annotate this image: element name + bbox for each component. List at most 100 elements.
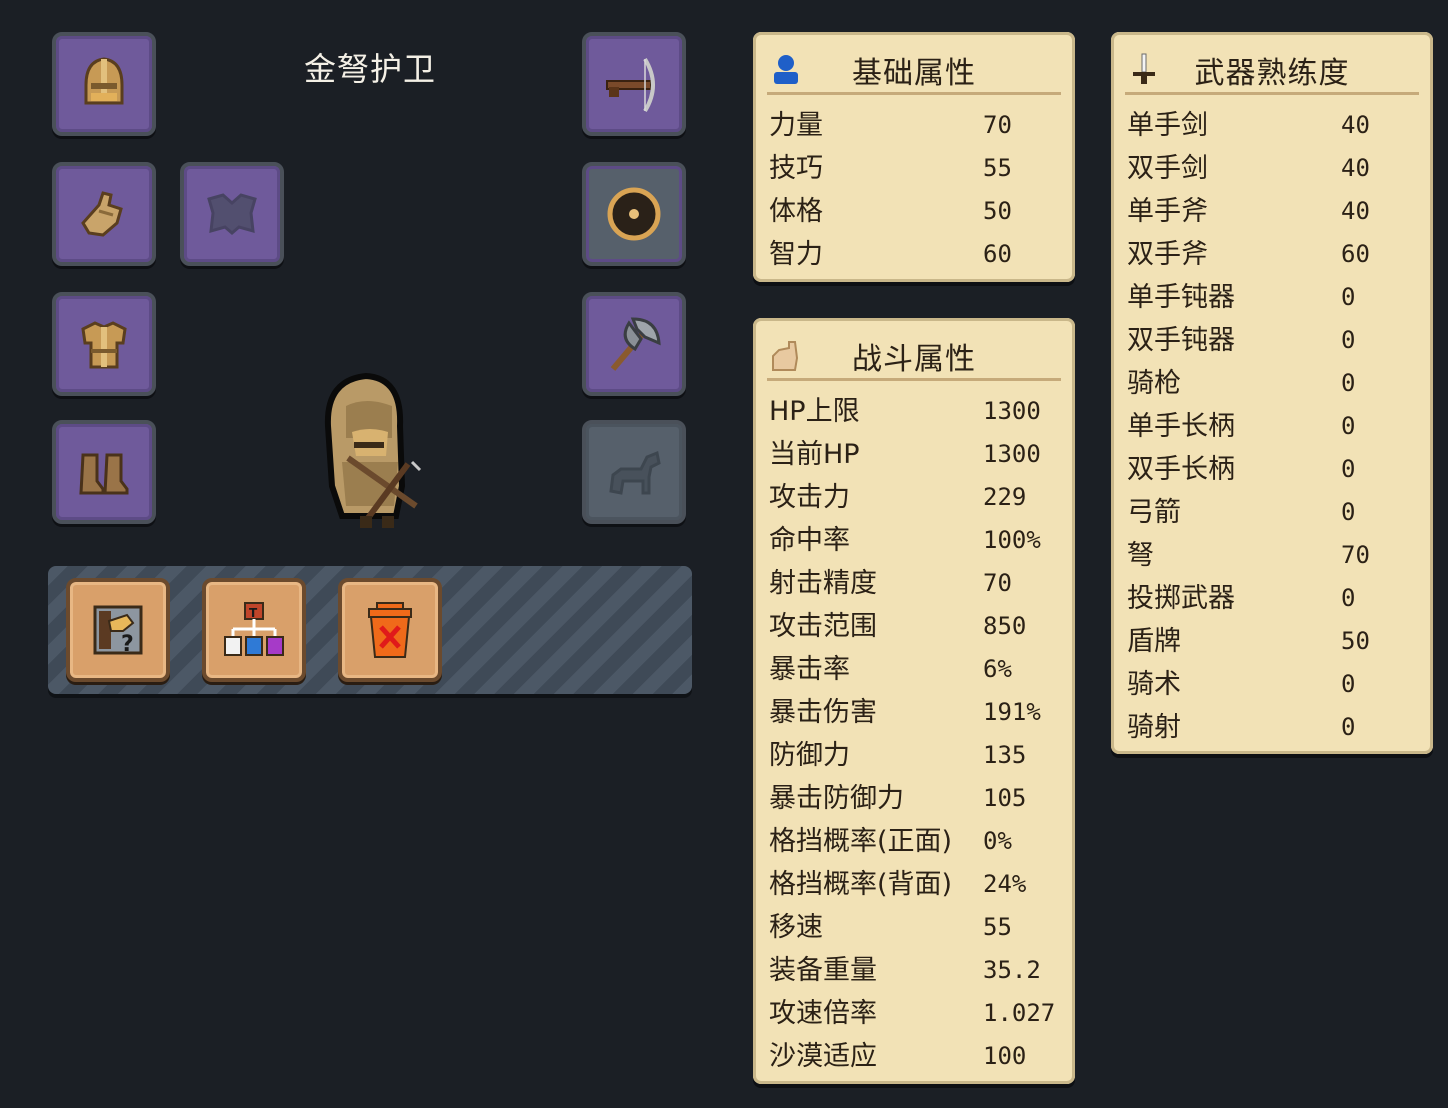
- stat-label: 暴击防御力: [769, 783, 904, 814]
- unit-info-button[interactable]: ?: [66, 578, 170, 682]
- stat-label: 力量: [769, 110, 823, 141]
- combat-stat-row: 暴击伤害 191%: [769, 691, 1059, 734]
- stat-value: 60: [983, 240, 1012, 268]
- svg-text:T: T: [249, 606, 258, 620]
- weapon-proficiency-list: 单手剑 40 双手剑 40 单手斧 40 双手斧 60 单手钝器 0 双手钝器 0 骑枪 0 单手长柄 0 双手…: [1127, 104, 1417, 749]
- stat-value: 191%: [983, 698, 1041, 726]
- weapon-proficiency-row: 双手长柄 0: [1127, 448, 1417, 491]
- weapon-proficiency-row: 单手钝器 0: [1127, 276, 1417, 319]
- stat-value: 40: [1341, 197, 1370, 225]
- dismiss-button[interactable]: [338, 578, 442, 682]
- weapon-proficiency-row: 双手钝器 0: [1127, 319, 1417, 362]
- stat-value: 50: [983, 197, 1012, 225]
- secondary-weapon-slot[interactable]: [582, 292, 686, 396]
- stat-value: 100%: [983, 526, 1041, 554]
- stat-value: 850: [983, 612, 1027, 640]
- gloves-slot[interactable]: [52, 162, 156, 266]
- basic-stats-title: 基础属性: [852, 56, 976, 91]
- character-portrait: [324, 372, 422, 528]
- stat-value: 100: [983, 1042, 1027, 1070]
- combat-stat-row: HP上限 1300: [769, 390, 1059, 433]
- combat-stat-row: 攻击力 229: [769, 476, 1059, 519]
- combat-stat-row: 装备重量 35.2: [769, 949, 1059, 992]
- basic-stat-row: 技巧 55: [769, 147, 1059, 190]
- weapon-proficiency-row: 盾牌 50: [1127, 620, 1417, 663]
- stat-label: 射击精度: [769, 568, 877, 599]
- stat-value: 0%: [983, 827, 1012, 855]
- stat-label: 单手钝器: [1127, 282, 1235, 313]
- stat-value: 0: [1341, 713, 1356, 741]
- stat-value: 40: [1341, 111, 1370, 139]
- stat-label: 体格: [769, 196, 823, 227]
- stat-value: 1300: [983, 397, 1041, 425]
- combat-stat-row: 防御力 135: [769, 734, 1059, 777]
- stat-label: 格挡概率(背面): [769, 869, 953, 900]
- combat-stat-row: 格挡概率(背面) 24%: [769, 863, 1059, 906]
- combat-stat-row: 暴击率 6%: [769, 648, 1059, 691]
- stat-label: 弓箭: [1127, 497, 1181, 528]
- combat-stat-row: 射击精度 70: [769, 562, 1059, 605]
- stat-value: 0: [1341, 283, 1356, 311]
- stat-value: 60: [1341, 240, 1370, 268]
- round-shield-icon: [607, 187, 661, 241]
- stat-value: 1.027: [983, 999, 1056, 1027]
- cape-slot[interactable]: [180, 162, 284, 266]
- stat-label: 沙漠适应: [769, 1041, 877, 1072]
- combat-stat-row: 沙漠适应 100: [769, 1035, 1059, 1078]
- boots-slot[interactable]: [52, 420, 156, 524]
- stat-label: 防御力: [769, 740, 850, 771]
- armor-slot[interactable]: [52, 292, 156, 396]
- weapon-proficiency-row: 单手长柄 0: [1127, 405, 1417, 448]
- helmet-slot[interactable]: [52, 32, 156, 136]
- stat-value: 70: [983, 111, 1012, 139]
- basic-stats-list: 力量 70 技巧 55 体格 50 智力 60: [769, 104, 1059, 276]
- weapon-proficiency-row: 单手剑 40: [1127, 104, 1417, 147]
- weapon-proficiency-row: 双手斧 60: [1127, 233, 1417, 276]
- stat-value: 35.2: [983, 956, 1041, 984]
- basic-stat-row: 力量 70: [769, 104, 1059, 147]
- weapon-proficiency-header: 武器熟练度: [1125, 46, 1419, 95]
- stat-value: 70: [983, 569, 1012, 597]
- weapon-proficiency-row: 骑枪 0: [1127, 362, 1417, 405]
- weapon-proficiency-row: 单手斧 40: [1127, 190, 1417, 233]
- stat-label: 双手斧: [1127, 239, 1208, 270]
- combat-stat-row: 攻击范围 850: [769, 605, 1059, 648]
- weapon-proficiency-title: 武器熟练度: [1194, 56, 1350, 91]
- stat-label: 命中率: [769, 525, 850, 556]
- shield-slot[interactable]: [582, 162, 686, 266]
- horse-icon: [609, 450, 661, 495]
- main-weapon-slot[interactable]: [582, 32, 686, 136]
- mount-slot[interactable]: [582, 420, 686, 524]
- golden-armor-icon: [81, 321, 127, 369]
- upgrade-tree-icon: T: [224, 602, 284, 656]
- weapon-proficiency-row: 骑术 0: [1127, 663, 1417, 706]
- combat-stat-row: 攻速倍率 1.027: [769, 992, 1059, 1035]
- action-bar: ? T: [48, 566, 692, 694]
- combat-stats-header: 战斗属性: [767, 332, 1061, 381]
- unit-name: 金弩护卫: [303, 50, 436, 88]
- golden-helmet-icon: [84, 57, 124, 105]
- basic-stat-row: 智力 60: [769, 233, 1059, 276]
- glove-icon: [81, 191, 123, 237]
- battle-axe-icon: [610, 317, 661, 371]
- basic-stat-row: 体格 50: [769, 190, 1059, 233]
- stat-label: 暴击伤害: [769, 697, 877, 728]
- stat-label: 盾牌: [1127, 626, 1181, 657]
- stat-label: HP上限: [769, 396, 860, 427]
- stat-label: 骑枪: [1127, 368, 1181, 399]
- stat-value: 70: [1341, 541, 1370, 569]
- stat-value: 0: [1341, 326, 1356, 354]
- boots-icon: [79, 453, 129, 495]
- svg-text:?: ?: [121, 632, 134, 657]
- combat-stats-list: HP上限 1300 当前HP 1300 攻击力 229 命中率 100% 射击精度 70 攻击范围 8…: [769, 390, 1059, 1078]
- weapon-proficiency-panel: 武器熟练度 单手剑 40 双手剑 40 单手斧 40 双手斧 60 单手钝器 0 双手钝器 0 骑枪 0 单…: [1111, 32, 1433, 754]
- stat-label: 弩: [1127, 540, 1154, 571]
- stat-value: 0: [1341, 584, 1356, 612]
- stat-value: 55: [983, 154, 1012, 182]
- stat-value: 6%: [983, 655, 1012, 683]
- stat-label: 投掷武器: [1127, 583, 1235, 614]
- stat-value: 40: [1341, 154, 1370, 182]
- weapon-proficiency-row: 双手剑 40: [1127, 147, 1417, 190]
- stat-value: 0: [1341, 670, 1356, 698]
- upgrade-tree-button[interactable]: T: [202, 578, 306, 682]
